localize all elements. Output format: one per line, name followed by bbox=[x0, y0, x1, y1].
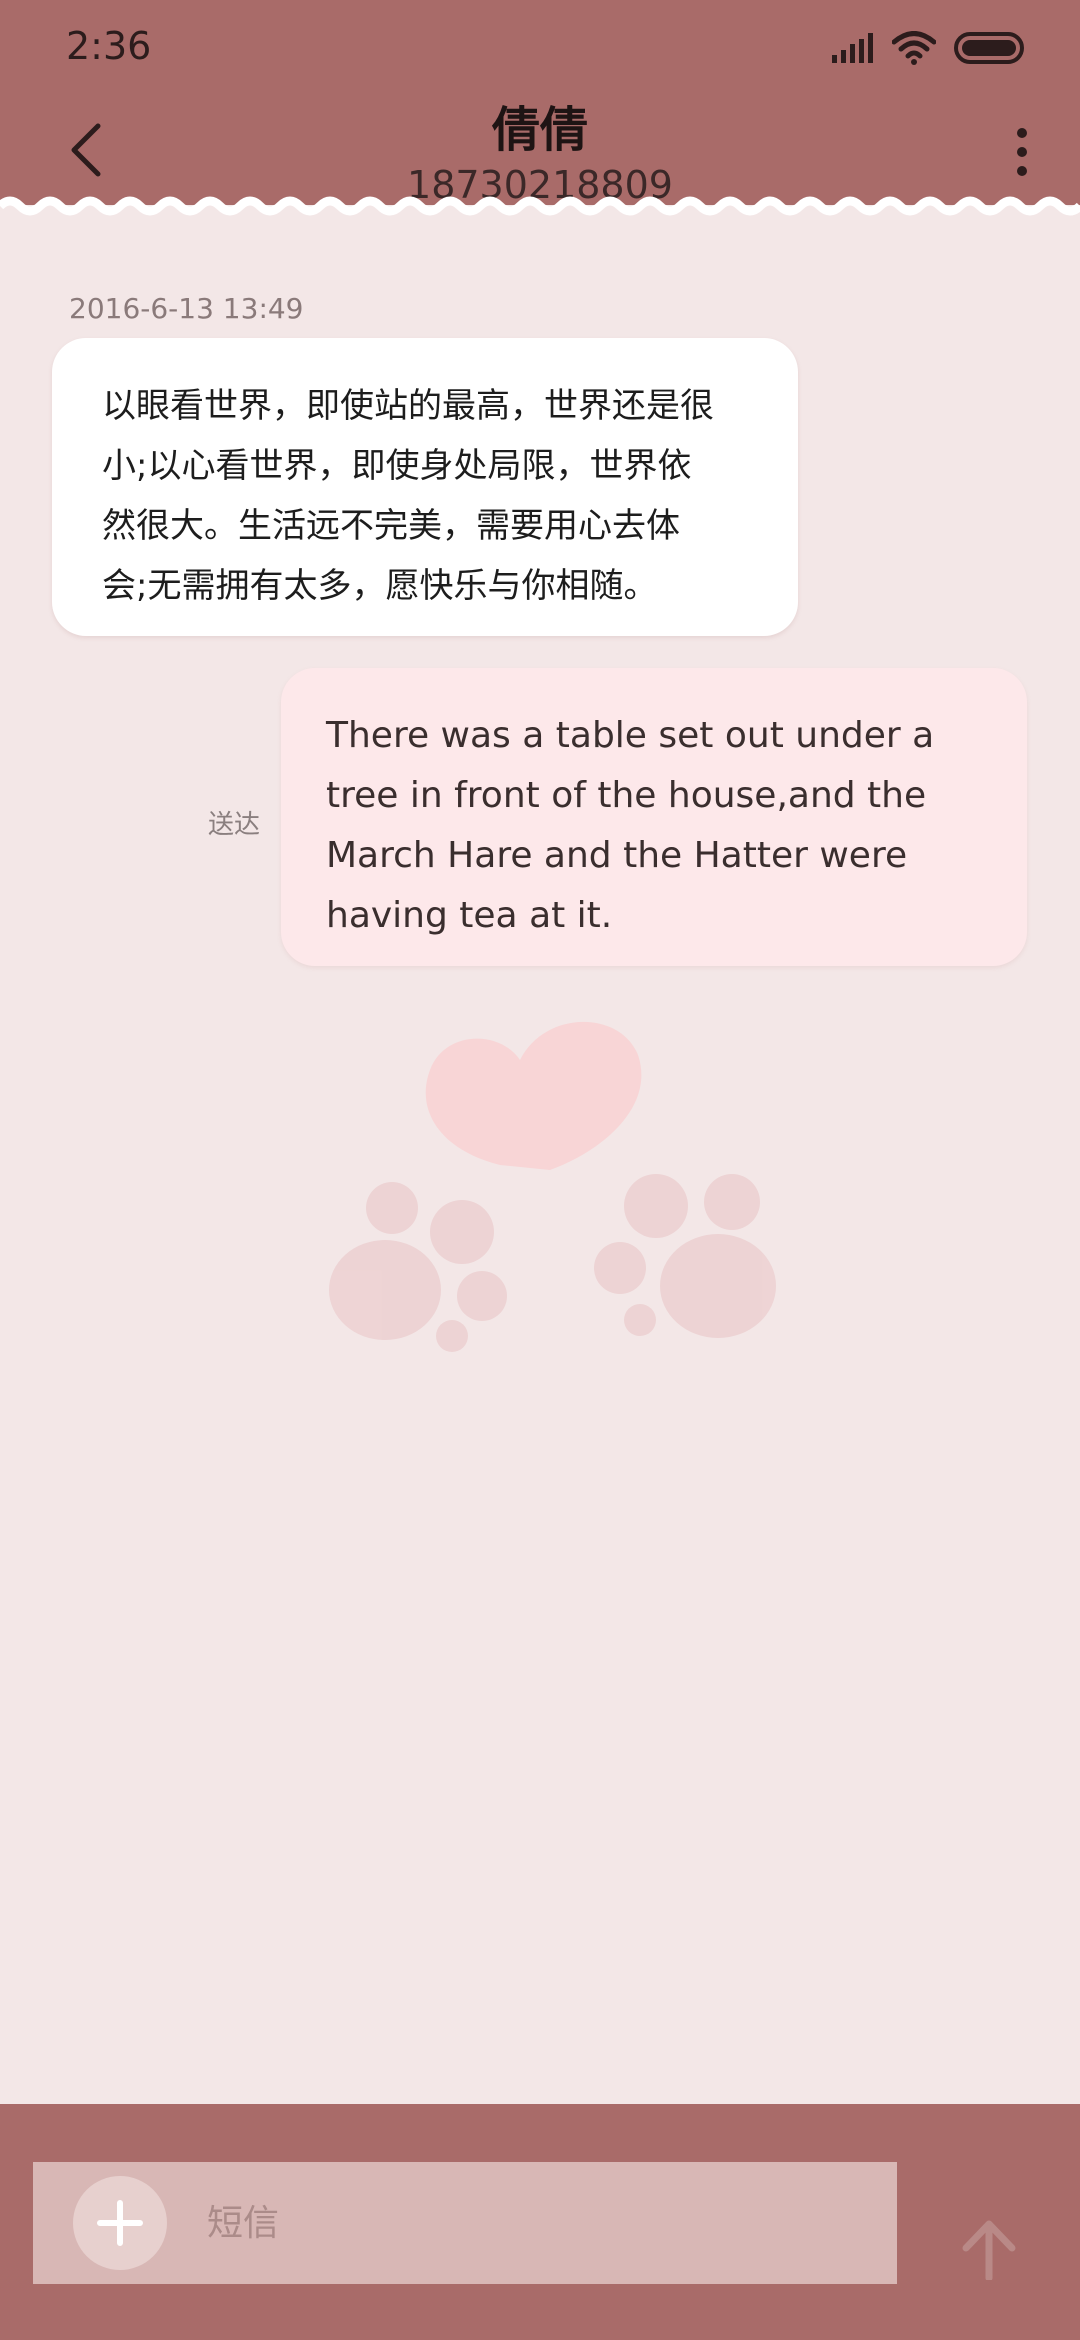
contact-name: 倩倩 bbox=[491, 102, 588, 158]
signal-icon bbox=[832, 33, 873, 63]
plus-icon bbox=[97, 2200, 143, 2246]
top-bar: 2:36 倩倩 18730218809 bbox=[0, 0, 1080, 207]
heart-shape bbox=[425, 1021, 642, 1170]
incoming-message-bubble[interactable]: 以眼看世界，即使站的最高，世界还是很 小;以心看世界，即使身处局限，世界依 然很… bbox=[52, 338, 798, 636]
battery-icon bbox=[954, 32, 1024, 64]
send-arrow-icon bbox=[962, 2220, 1016, 2282]
message-timestamp: 2016-6-13 13:49 bbox=[69, 292, 304, 325]
outgoing-message-bubble[interactable]: There was a table set out under a tree i… bbox=[281, 668, 1027, 966]
heart-paws-illustration bbox=[329, 1021, 776, 1352]
outgoing-message-text: There was a table set out under a tree i… bbox=[326, 715, 935, 936]
sms-input[interactable] bbox=[207, 2190, 807, 2256]
send-button[interactable] bbox=[958, 2216, 1020, 2282]
delivery-status: 送达 bbox=[208, 810, 261, 840]
wifi-icon bbox=[892, 31, 936, 65]
status-time: 2:36 bbox=[66, 24, 152, 68]
more-vertical-icon bbox=[1017, 128, 1027, 176]
message-input-box bbox=[33, 2162, 897, 2284]
add-attachment-button[interactable] bbox=[73, 2176, 167, 2270]
header-wave-edge bbox=[0, 196, 1080, 232]
more-options-button[interactable] bbox=[1014, 126, 1030, 178]
incoming-message-text: 以眼看世界，即使站的最高，世界还是很 小;以心看世界，即使身处局限，世界依 然很… bbox=[102, 386, 714, 606]
composer-bar bbox=[0, 2104, 1080, 2340]
status-icons bbox=[832, 28, 1024, 68]
